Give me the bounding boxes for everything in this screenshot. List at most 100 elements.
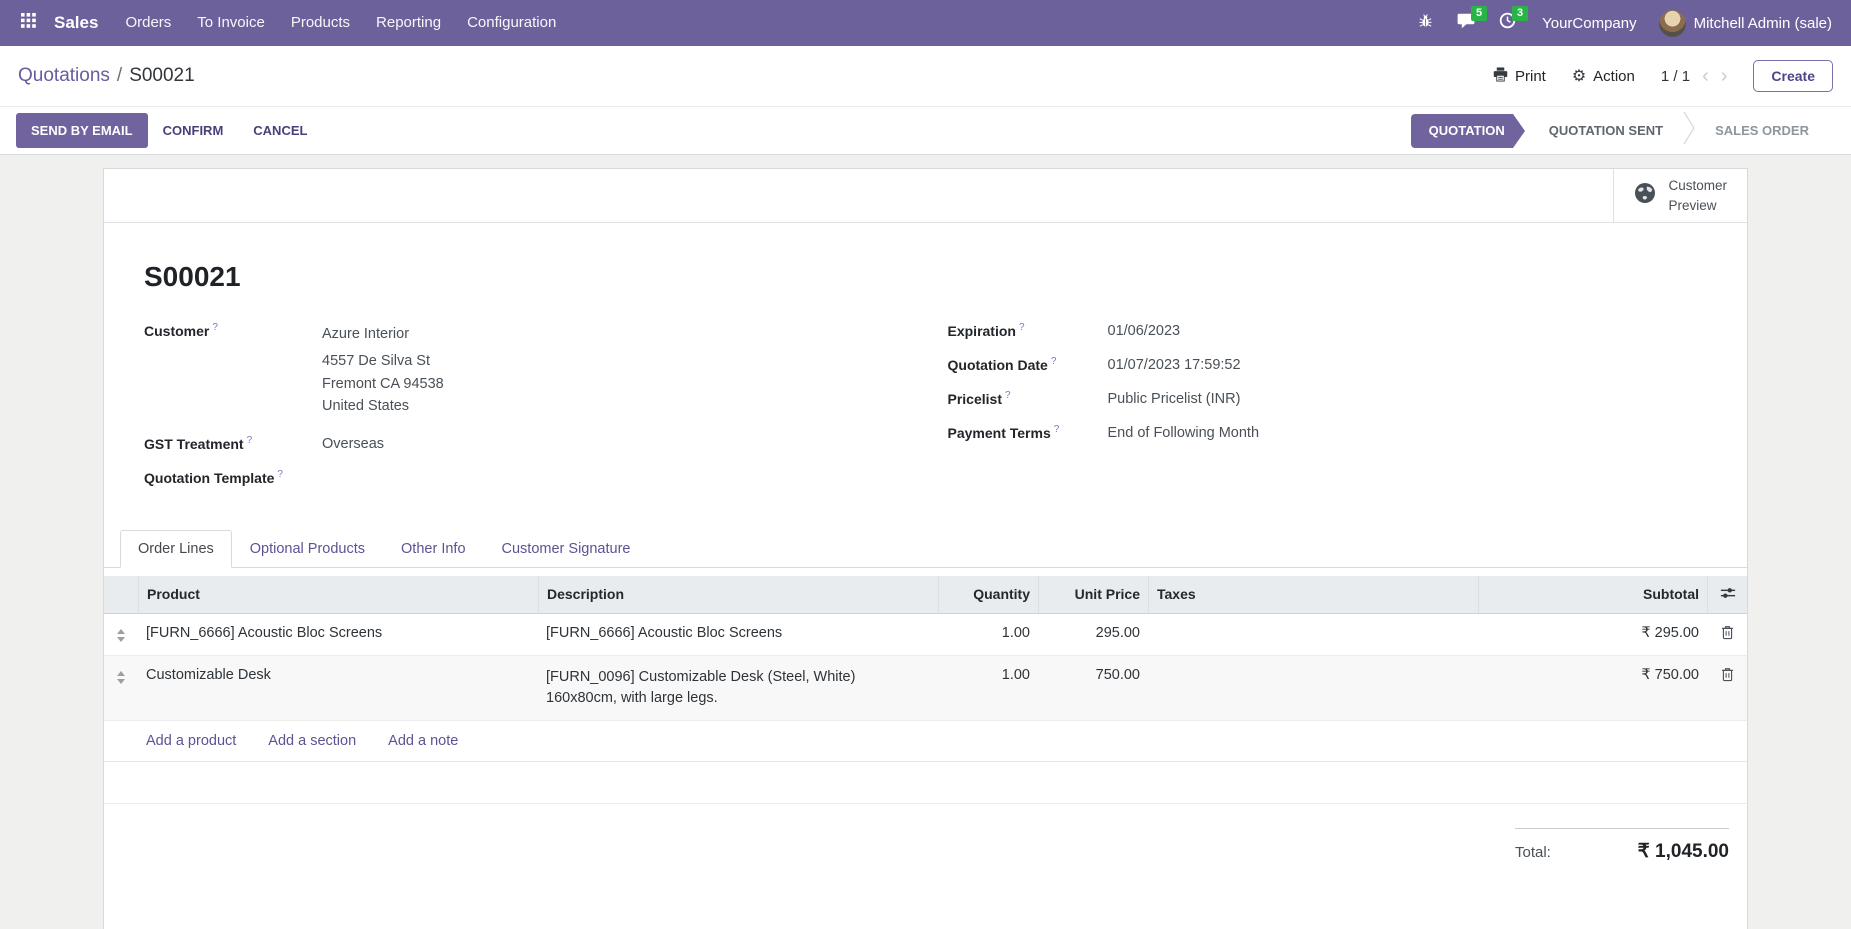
top-navbar: Sales Orders To Invoice Products Reporti…	[0, 0, 1851, 46]
activities-button[interactable]: 3	[1487, 0, 1528, 46]
gst-treatment-label: GST Treatment?	[144, 436, 322, 452]
messages-button[interactable]: 5	[1445, 0, 1487, 46]
payment-terms-value[interactable]: End of Following Month	[1108, 425, 1260, 441]
status-steps: QUOTATION QUOTATION SENT SALES ORDER	[1411, 114, 1829, 148]
confirm-button[interactable]: CONFIRM	[148, 113, 239, 148]
order-lines-table: Product Description Quantity Unit Price …	[104, 576, 1747, 804]
sliders-icon	[1720, 586, 1736, 603]
table-row[interactable]: Customizable Desk [FURN_0096] Customizab…	[104, 655, 1747, 720]
cancel-button[interactable]: CANCEL	[238, 113, 322, 148]
gear-icon: ⚙	[1572, 66, 1586, 86]
handle-column-header	[104, 576, 138, 613]
tab-other-info[interactable]: Other Info	[383, 530, 483, 568]
drag-handle-icon[interactable]	[112, 625, 130, 642]
cell-description[interactable]: [FURN_6666] Acoustic Bloc Screens	[538, 614, 938, 655]
quotation-date-value[interactable]: 01/07/2023 17:59:52	[1108, 357, 1241, 373]
cell-product[interactable]: [FURN_6666] Acoustic Bloc Screens	[138, 614, 538, 655]
delete-row-button[interactable]	[1707, 614, 1747, 655]
help-icon: ?	[212, 322, 218, 333]
cell-product[interactable]: Customizable Desk	[138, 656, 538, 720]
cell-taxes[interactable]	[1148, 656, 1478, 720]
field-expiration: Expiration? 01/06/2023	[948, 323, 1708, 339]
activities-count-badge: 3	[1512, 6, 1528, 21]
field-customer: Customer? Azure Interior 4557 De Silva S…	[144, 323, 926, 418]
debug-button[interactable]	[1406, 0, 1445, 46]
field-group-left: Customer? Azure Interior 4557 De Silva S…	[144, 323, 926, 504]
content-area: Customer Preview S00021 Customer? Azure …	[0, 155, 1851, 929]
action-button[interactable]: ⚙ Action	[1572, 66, 1635, 86]
tab-order-lines[interactable]: Order Lines	[120, 530, 232, 568]
pager-next-button[interactable]: ›	[1721, 66, 1728, 86]
menu-configuration[interactable]: Configuration	[454, 0, 569, 46]
create-button[interactable]: Create	[1753, 60, 1833, 92]
pager-value: 1 / 1	[1661, 68, 1690, 85]
total-label: Total:	[1515, 844, 1551, 861]
column-header-product[interactable]: Product	[138, 576, 538, 613]
pricelist-value[interactable]: Public Pricelist (INR)	[1108, 391, 1241, 407]
statusbar: SEND BY EMAIL CONFIRM CANCEL QUOTATION Q…	[0, 106, 1851, 155]
apps-menu-button[interactable]	[10, 0, 46, 46]
trash-icon	[1721, 625, 1734, 644]
cell-unit-price[interactable]: 750.00	[1038, 656, 1148, 720]
customer-value[interactable]: Azure Interior 4557 De Silva St Fremont …	[322, 323, 444, 418]
breadcrumb-separator: /	[117, 65, 122, 87]
cell-quantity[interactable]: 1.00	[938, 656, 1038, 720]
step-quotation-sent[interactable]: QUOTATION SENT	[1529, 123, 1683, 138]
drag-handle-icon[interactable]	[112, 667, 130, 684]
navbar-systray: 5 3 YourCompany Mitchell Admin (sale)	[1406, 0, 1836, 46]
cell-subtotal: ₹ 295.00	[1478, 614, 1707, 655]
cell-description[interactable]: [FURN_0096] Customizable Desk (Steel, Wh…	[538, 656, 938, 720]
delete-row-button[interactable]	[1707, 656, 1747, 720]
company-switcher[interactable]: YourCompany	[1528, 15, 1651, 32]
help-icon: ?	[1005, 390, 1011, 401]
column-header-unit-price[interactable]: Unit Price	[1038, 576, 1148, 613]
print-label: Print	[1515, 68, 1546, 85]
globe-icon	[1634, 182, 1656, 209]
add-a-product-link[interactable]: Add a product	[146, 733, 236, 749]
user-name: Mitchell Admin (sale)	[1694, 15, 1832, 32]
table-header: Product Description Quantity Unit Price …	[104, 576, 1747, 614]
add-a-note-link[interactable]: Add a note	[388, 733, 458, 749]
send-by-email-button[interactable]: SEND BY EMAIL	[16, 113, 148, 148]
tab-customer-signature[interactable]: Customer Signature	[484, 530, 649, 568]
breadcrumb: Quotations / S00021	[18, 65, 195, 87]
help-icon: ?	[1019, 322, 1025, 333]
tab-optional-products[interactable]: Optional Products	[232, 530, 383, 568]
menu-orders[interactable]: Orders	[112, 0, 184, 46]
cell-subtotal: ₹ 750.00	[1478, 656, 1707, 720]
customer-name[interactable]: Azure Interior	[322, 323, 444, 345]
cell-unit-price[interactable]: 295.00	[1038, 614, 1148, 655]
notebook: Order Lines Optional Products Other Info…	[104, 530, 1747, 863]
cell-taxes[interactable]	[1148, 614, 1478, 655]
payment-terms-label: Payment Terms?	[948, 425, 1108, 441]
table-add-row: Add a product Add a section Add a note	[104, 720, 1747, 762]
column-header-quantity[interactable]: Quantity	[938, 576, 1038, 613]
form-sheet: Customer Preview S00021 Customer? Azure …	[103, 168, 1748, 929]
column-header-description[interactable]: Description	[538, 576, 938, 613]
help-icon: ?	[277, 469, 283, 480]
pager-previous-button[interactable]: ‹	[1702, 66, 1709, 86]
step-separator-icon	[1683, 111, 1695, 150]
breadcrumb-quotations-link[interactable]: Quotations	[18, 65, 110, 87]
optional-columns-button[interactable]	[1707, 576, 1747, 613]
pricelist-label: Pricelist?	[948, 391, 1108, 407]
step-quotation[interactable]: QUOTATION	[1411, 114, 1513, 148]
expiration-value[interactable]: 01/06/2023	[1108, 323, 1181, 339]
cell-quantity[interactable]: 1.00	[938, 614, 1038, 655]
field-quotation-template: Quotation Template?	[144, 470, 926, 486]
step-sales-order[interactable]: SALES ORDER	[1695, 123, 1829, 138]
table-row[interactable]: [FURN_6666] Acoustic Bloc Screens [FURN_…	[104, 614, 1747, 655]
gst-treatment-value[interactable]: Overseas	[322, 436, 384, 452]
app-title[interactable]: Sales	[46, 13, 112, 33]
column-header-subtotal[interactable]: Subtotal	[1478, 576, 1707, 613]
customer-label: Customer?	[144, 323, 322, 418]
totals-section: Total: ₹ 1,045.00	[104, 828, 1747, 863]
customer-preview-button[interactable]: Customer Preview	[1613, 169, 1747, 222]
user-menu[interactable]: Mitchell Admin (sale)	[1651, 10, 1836, 37]
column-header-taxes[interactable]: Taxes	[1148, 576, 1478, 613]
print-button[interactable]: Print	[1493, 67, 1546, 86]
menu-reporting[interactable]: Reporting	[363, 0, 454, 46]
add-a-section-link[interactable]: Add a section	[268, 733, 356, 749]
menu-to-invoice[interactable]: To Invoice	[184, 0, 278, 46]
menu-products[interactable]: Products	[278, 0, 363, 46]
